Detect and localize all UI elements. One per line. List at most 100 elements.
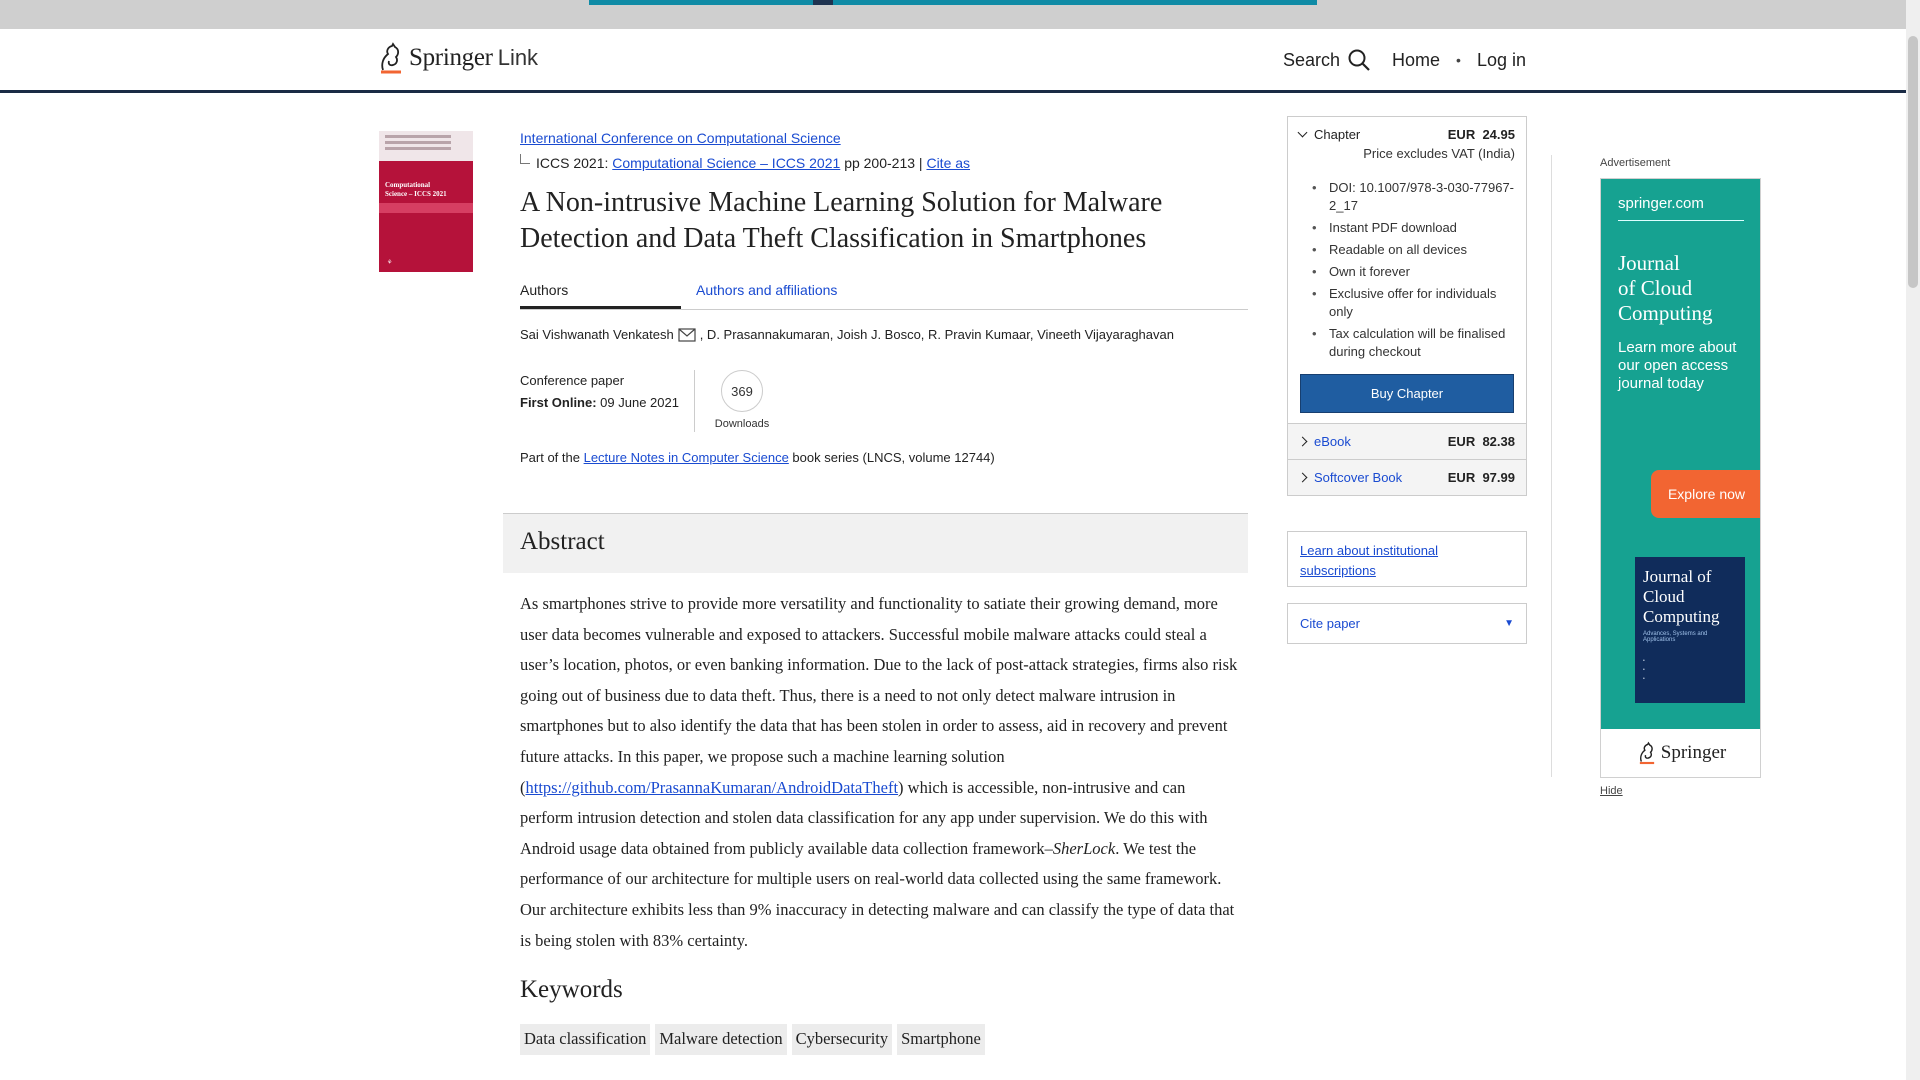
cite-paper-dropdown[interactable]: Cite paper ▼ (1287, 603, 1527, 644)
ebook-currency: EUR (1447, 434, 1476, 449)
chapter-price: EUR 24.95 (1448, 127, 1515, 142)
feature-item: Exclusive offer for individuals only (1308, 285, 1515, 321)
purchase-box: Chapter EUR 24.95 Price excludes VAT (In… (1287, 116, 1527, 496)
page-scrollbar[interactable] (1906, 0, 1920, 1080)
vat-note: Price excludes VAT (India) (1363, 146, 1515, 161)
chapter-label: Chapter (1314, 127, 1361, 142)
ad-divider (1618, 220, 1744, 221)
ics-prefix: ICCS 2021: (536, 155, 609, 171)
pipe-separator: | (918, 155, 923, 171)
cite-as-link[interactable]: Cite as (926, 155, 970, 171)
keywords-heading: Keywords (520, 976, 623, 1003)
ebook-price-value: 82.38 (1482, 434, 1515, 449)
feature-item: Instant PDF download (1308, 219, 1515, 237)
keyword-item: Malware detection (655, 1024, 787, 1055)
proceedings-line: ICCS 2021: Computational Science – ICCS … (520, 154, 1248, 171)
ebook-price: EUR 82.38 (1448, 434, 1515, 449)
softcover-name: Softcover Book (1297, 470, 1402, 485)
chevron-right-icon (1297, 436, 1308, 447)
author-list: Sai Vishwanath Venkatesh , D. Prasannaku… (520, 327, 1248, 342)
column-divider (1551, 155, 1552, 777)
ad-journal-line3: Computing (1618, 301, 1713, 325)
top-ad-strip[interactable] (589, 0, 1317, 5)
ad-footer-brand: Springer (1660, 742, 1727, 763)
home-link[interactable]: Home (1392, 50, 1440, 71)
institutional-box: Learn about institutional subscriptions (1287, 531, 1527, 587)
chevron-right-icon (1297, 472, 1308, 483)
cover-band (379, 203, 473, 213)
top-ad-band (0, 0, 1906, 29)
softcover-row[interactable]: Softcover Book EUR 97.99 (1288, 459, 1526, 495)
feature-item: Readable on all devices (1308, 241, 1515, 259)
cover-title: Computational Science – ICCS 2021 (379, 175, 473, 199)
book-cover[interactable]: Computational Science – ICCS 2021 ⚘ (379, 131, 473, 272)
ad-book-title: Journal of Cloud Computing (1643, 567, 1720, 626)
ad-book-list: • • • (1643, 658, 1645, 682)
nav-separator: • (1456, 52, 1461, 68)
chapter-toggle[interactable]: Chapter EUR 24.95 (1288, 117, 1526, 142)
first-online: First Online: 09 June 2021 (520, 392, 694, 414)
softcover-currency: EUR (1447, 470, 1476, 485)
proceedings-link[interactable]: Computational Science – ICCS 2021 (612, 155, 840, 171)
ebook-row[interactable]: eBook EUR 82.38 (1288, 423, 1526, 459)
email-icon[interactable] (678, 327, 696, 342)
feature-doi: DOI: 10.1007/978-3-030-77967-2_17 (1308, 179, 1515, 215)
search-icon (1348, 49, 1370, 71)
chapter-price-value: 24.95 (1482, 127, 1515, 142)
corner-icon (520, 154, 530, 164)
first-online-label: First Online: (520, 395, 597, 410)
part-of-prefix: Part of the (520, 450, 584, 465)
first-online-date: 09 June 2021 (596, 395, 679, 410)
site-header: Springer Link Search Home • Log in (0, 29, 1906, 93)
feature-item: Own it forever (1308, 263, 1515, 281)
meta-row: Conference paper First Online: 09 June 2… (520, 370, 1248, 432)
keyword-list: Data classification Malware detection Cy… (520, 1024, 985, 1055)
cover-title-line1: Computational (385, 181, 431, 189)
springer-horse-icon (381, 42, 401, 74)
ebook-label: eBook (1314, 434, 1351, 449)
ad-journal-line2: of Cloud (1618, 276, 1693, 300)
chevron-down-icon (1297, 127, 1308, 138)
brand-name: Springer (409, 44, 493, 71)
springer-link-logo[interactable]: Springer Link (377, 41, 538, 75)
paper-type: Conference paper (520, 373, 625, 388)
feature-list: DOI: 10.1007/978-3-030-77967-2_17 Instan… (1288, 161, 1526, 361)
header-nav: Search Home • Log in (1283, 49, 1526, 71)
scrollbar-thumb[interactable] (1908, 36, 1918, 288)
ad-footer: Springer (1601, 729, 1760, 777)
cover-publisher-icon: ⚘ (387, 260, 393, 266)
series-link[interactable]: Lecture Notes in Computer Science (584, 450, 789, 465)
github-link[interactable]: https://github.com/PrasannaKumaran/Andro… (526, 778, 899, 797)
conference-link[interactable]: International Conference on Computationa… (520, 130, 841, 146)
explore-now-button[interactable]: Explore now (1651, 470, 1760, 518)
softcover-price: EUR 97.99 (1448, 470, 1515, 485)
cover-top (379, 131, 473, 161)
other-authors: , D. Prasannakumaran, Joish J. Bosco, R.… (699, 327, 1174, 342)
advertisement-banner[interactable]: springer.com Journal of Cloud Computing … (1600, 178, 1761, 778)
tab-authors-affiliations[interactable]: Authors and affiliations (696, 278, 837, 309)
institutional-subscriptions-link[interactable]: Learn about institutional subscriptions (1300, 543, 1438, 578)
first-author[interactable]: Sai Vishwanath Venkatesh (520, 327, 674, 342)
login-link[interactable]: Log in (1477, 50, 1526, 71)
feature-item: Tax calculation will be finalised during… (1308, 325, 1515, 361)
ad-journal-line1: Journal (1618, 251, 1680, 275)
advertisement-label: Advertisement (1600, 157, 1671, 169)
sherlock-term: SherLock (1052, 838, 1116, 858)
tab-authors[interactable]: Authors (520, 278, 681, 309)
buy-chapter-button[interactable]: Buy Chapter (1300, 374, 1514, 413)
dropdown-arrow-icon: ▼ (1504, 618, 1514, 629)
keyword-item: Cybersecurity (791, 1024, 893, 1055)
downloads-count: 369 (721, 370, 763, 412)
springer-horse-icon (1639, 741, 1654, 765)
hide-ad-link[interactable]: Hide (1600, 785, 1623, 797)
series-line: Part of the Lecture Notes in Computer Sc… (520, 450, 1248, 465)
abstract-part-1: As smartphones strive to provide more ve… (520, 594, 1238, 797)
downloads-label: Downloads (714, 418, 770, 430)
chapter-currency: EUR (1447, 127, 1476, 142)
ad-site: springer.com (1618, 195, 1704, 212)
keyword-item: Smartphone (897, 1024, 985, 1055)
article-title: A Non-intrusive Machine Learning Solutio… (520, 187, 1163, 254)
search-button[interactable]: Search (1283, 49, 1370, 71)
abstract-text: As smartphones strive to provide more ve… (520, 589, 1240, 956)
softcover-price-value: 97.99 (1482, 470, 1515, 485)
